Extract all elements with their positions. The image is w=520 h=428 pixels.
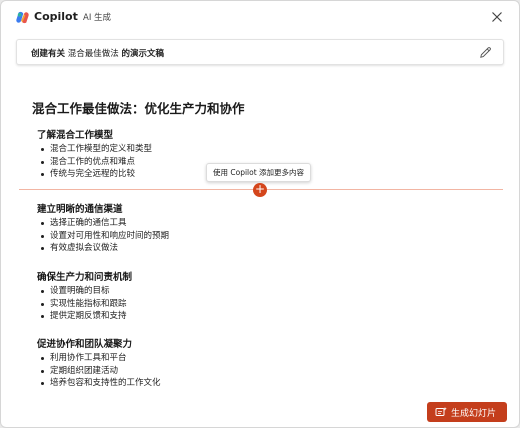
bullet-list: 选择正确的通信工具 设置对可用性和响应时间的预期 有效虚拟会议做法 — [41, 217, 169, 255]
generate-slides-button[interactable]: 生成幻灯片 — [427, 402, 507, 422]
generate-slides-label: 生成幻灯片 — [451, 409, 497, 419]
add-content-button[interactable]: + — [253, 183, 267, 197]
bullet-item: 培养包容和支持性的工作文化 — [41, 377, 161, 390]
bullet-item: 混合工作的优点和难点 — [41, 156, 152, 169]
bullet-list: 设置明确的目标 实现性能指标和跟踪 提供定期反馈和支持 — [41, 285, 132, 323]
section-heading: 促进协作和团队凝聚力 — [37, 339, 133, 350]
pencil-icon[interactable] — [478, 45, 493, 60]
bullet-item: 设置对可用性和响应时间的预期 — [41, 230, 169, 243]
close-icon[interactable] — [489, 9, 505, 25]
bullet-item: 提供定期反馈和支持 — [41, 310, 132, 323]
section: 了解混合工作模型 混合工作模型的定义和类型 混合工作的优点和难点 传统与完全远程… — [37, 129, 152, 181]
document-title: 混合工作最佳做法：优化生产力和协作 — [32, 101, 245, 116]
bullet-item: 有效虚拟会议做法 — [41, 242, 169, 255]
bullet-item: 设置明确的目标 — [41, 285, 132, 298]
insert-tooltip: 使用 Copilot 添加更多内容 — [206, 163, 312, 182]
bullet-item: 利用协作工具和平台 — [41, 352, 161, 365]
copilot-dialog: Copilot AI 生成 创建有关 混合最佳做法 的演示文稿 混合工作最佳做法… — [0, 0, 520, 428]
bullet-item: 实现性能指标和跟踪 — [41, 298, 132, 311]
bullet-item: 选择正确的通信工具 — [41, 217, 169, 230]
prompt-prefix: 创建有关 — [31, 49, 66, 59]
section-heading: 了解混合工作模型 — [37, 130, 114, 141]
section: 确保生产力和问责机制 设置明确的目标 实现性能指标和跟踪 提供定期反馈和支持 — [37, 271, 132, 323]
prompt-suffix: 的演示文稿 — [121, 49, 164, 59]
bullet-item: 传统与完全远程的比较 — [41, 168, 152, 181]
bullet-item: 定期组织团建活动 — [41, 365, 161, 378]
app-name: Copilot — [34, 10, 78, 23]
section: 促进协作和团队凝聚力 利用协作工具和平台 定期组织团建活动 培养包容和支持性的工… — [37, 338, 161, 390]
bullet-list: 利用协作工具和平台 定期组织团建活动 培养包容和支持性的工作文化 — [41, 352, 161, 390]
ai-generated-badge: AI 生成 — [83, 13, 112, 23]
bullet-list: 混合工作模型的定义和类型 混合工作的优点和难点 传统与完全远程的比较 — [41, 143, 152, 181]
prompt-bar: 创建有关 混合最佳做法 的演示文稿 — [16, 39, 504, 65]
section-heading: 确保生产力和问责机制 — [37, 272, 133, 283]
section-heading: 建立明晰的通信渠道 — [37, 204, 123, 215]
slides-icon — [435, 407, 447, 416]
copilot-logo-icon — [16, 11, 29, 24]
section: 建立明晰的通信渠道 选择正确的通信工具 设置对可用性和响应时间的预期 有效虚拟会… — [37, 203, 169, 255]
title-bar: Copilot AI 生成 — [1, 1, 519, 35]
prompt-text: 创建有关 混合最佳做法 的演示文稿 — [31, 47, 164, 59]
prompt-topic: 混合最佳做法 — [67, 49, 119, 59]
bullet-item: 混合工作模型的定义和类型 — [41, 143, 152, 156]
